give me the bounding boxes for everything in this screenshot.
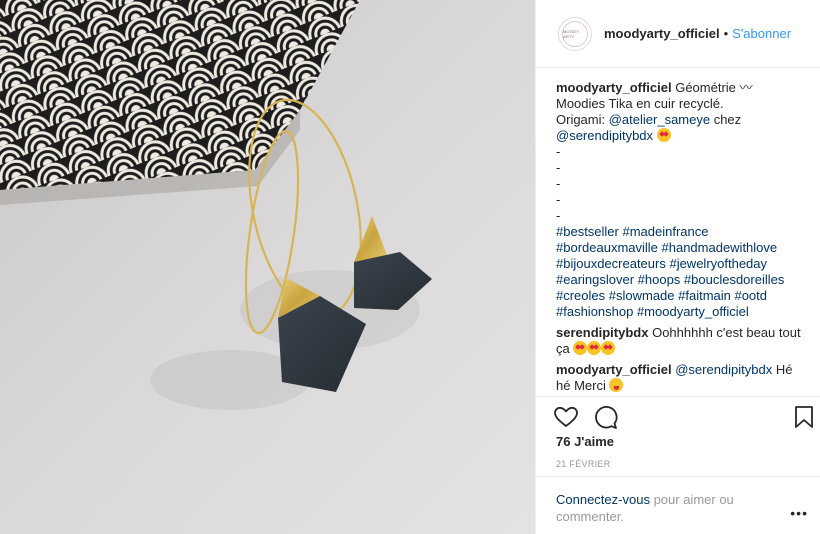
hashtag-line[interactable]: #bordeauxmaville #handmadewithlove [556, 240, 807, 256]
heart-eyes-emoji-icon [573, 341, 588, 355]
header-separator: • [723, 26, 729, 41]
comment-item: serendipitybdx Oohhhhhh c'est beau tout … [556, 325, 807, 357]
post-photo [0, 0, 535, 534]
speech-bubble-icon [595, 406, 618, 429]
more-options-icon[interactable]: ••• [790, 505, 808, 521]
post-date[interactable]: 21 FÉVRIER [556, 459, 611, 469]
save-button[interactable] [790, 403, 818, 431]
post-header: MOODY ARTY moodyarty_officiel • S'abonne… [536, 0, 820, 68]
caption-origami-prefix: Origami: [556, 112, 609, 127]
bookmark-icon [795, 406, 813, 428]
caption-dash: - [556, 144, 561, 159]
caption-username[interactable]: moodyarty_officiel [556, 80, 672, 95]
hashtag-line[interactable]: #bijouxdecreateurs #jewelryoftheday [556, 256, 807, 272]
heart-outline-icon [554, 406, 578, 427]
post-side-panel: MOODY ARTY moodyarty_officiel • S'abonne… [535, 0, 820, 534]
caption-dash: - [556, 208, 561, 223]
comment-button[interactable] [591, 403, 619, 431]
caption-line-2: Moodies Tika en cuir recyclé. [556, 96, 724, 111]
avatar[interactable]: MOODY ARTY [558, 16, 592, 51]
likes-count[interactable]: 76 J'aime [556, 434, 614, 449]
comment-username[interactable]: serendipitybdx [556, 325, 648, 340]
caption-dash: - [556, 176, 561, 191]
caption-dash: - [556, 160, 561, 175]
caption: moodyarty_officiel Géométrie 〰 Moodies T… [556, 80, 807, 320]
caption-dash: - [556, 192, 561, 207]
caption-mention-between: chez [710, 112, 742, 127]
hashtag-line[interactable]: #bestseller #madeinfrance [556, 224, 807, 240]
heart-eyes-emoji-icon [601, 341, 616, 355]
follow-button[interactable]: S'abonner [732, 26, 791, 41]
earrings-photo-image [0, 0, 535, 534]
comment-item: moodyarty_officiel @serendipitybdx Hé hé… [556, 362, 807, 394]
hashtag-line[interactable]: #creoles #slowmade #faitmain #ootd [556, 288, 807, 304]
caption-line-1: Géométrie 〰 [675, 80, 753, 95]
instagram-post: MOODY ARTY moodyarty_officiel • S'abonne… [0, 0, 820, 534]
login-link[interactable]: Connectez-vous [556, 492, 650, 507]
mention-atelier-sameye[interactable]: @atelier_sameye [609, 112, 710, 127]
avatar-logo-text: MOODY ARTY [562, 20, 588, 47]
wink-tongue-emoji-icon [609, 378, 624, 392]
hashtag-line[interactable]: #fashionshop #moodyarty_officiel [556, 304, 807, 320]
like-button[interactable] [552, 403, 580, 431]
heart-eyes-emoji-icon [656, 128, 671, 142]
comment-mention[interactable]: @serendipitybdx [675, 362, 772, 377]
mention-serendipitybdx[interactable]: @serendipitybdx [556, 128, 653, 143]
caption-mention-line: @serendipitybdx [556, 128, 807, 144]
login-prompt: Connectez-vous pour aimer ou commenter. [536, 476, 820, 534]
header-username[interactable]: moodyarty_officiel [604, 26, 720, 41]
heart-eyes-emoji-icon [587, 341, 602, 355]
hashtag-line[interactable]: #earingslover #hoops #bouclesdoreilles [556, 272, 807, 288]
caption-origami-line: Origami: @atelier_sameye chez [556, 112, 807, 128]
comment-username[interactable]: moodyarty_officiel [556, 362, 672, 377]
action-bar [536, 396, 820, 436]
comments-list[interactable]: moodyarty_officiel Géométrie 〰 Moodies T… [536, 69, 820, 396]
